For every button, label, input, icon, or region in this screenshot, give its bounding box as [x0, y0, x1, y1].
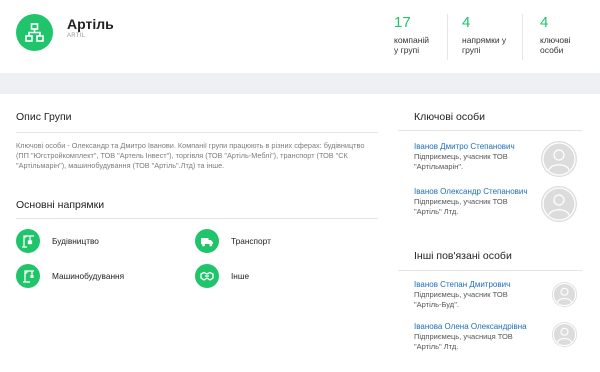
- stat-divider: [447, 14, 448, 60]
- stat-key-persons: 4 ключові особи: [540, 14, 571, 55]
- person-role: Підприємець, учасник ТОВ "Артіль" Лтд.: [414, 197, 508, 216]
- key-person-item: Іванов Дмитро Степанович Підприємець, уч…: [414, 141, 544, 172]
- direction-other[interactable]: Інше: [195, 264, 365, 288]
- stat-directions: 4 напрямки у групі: [462, 14, 506, 55]
- stat-label: ключові особи: [540, 35, 571, 55]
- org-chart-icon: [25, 23, 44, 42]
- handshake-icon: [195, 264, 219, 288]
- stat-divider: [522, 14, 523, 60]
- person-name-link[interactable]: Іванова Олена Олександрівна: [414, 321, 544, 332]
- crane-icon: [16, 229, 40, 253]
- related-person-item: Іванова Олена Олександрівна Підприємець,…: [414, 321, 544, 352]
- stat-companies: 17 компаній у групі: [394, 14, 429, 55]
- directions-title: Основні напрямки: [16, 199, 105, 211]
- main-content: Опис Групи Ключові особи - Олександр та …: [0, 94, 600, 372]
- direction-label: Інше: [231, 271, 250, 281]
- person-name-link[interactable]: Іванов Степан Дмитрович: [414, 279, 544, 290]
- about-text: Ключові особи - Олександр та Дмитро Іван…: [16, 141, 365, 170]
- group-header: Артіль ARTIL 17 компаній у групі 4 напрям…: [0, 0, 600, 73]
- person-role: Підприємець, учасниця ТОВ "Артіль" Лтд.: [414, 332, 513, 351]
- truck-icon: [195, 229, 219, 253]
- avatar[interactable]: [541, 141, 577, 177]
- stat-value: 4: [540, 14, 549, 31]
- group-logo: [16, 14, 53, 51]
- direction-construction[interactable]: Будівництво: [16, 229, 186, 253]
- person-name-link[interactable]: Іванов Олександр Степанович: [414, 186, 544, 197]
- section-divider: [398, 130, 582, 131]
- direction-transport[interactable]: Транспорт: [195, 229, 365, 253]
- stat-value: 4: [462, 14, 471, 31]
- section-divider: [398, 270, 582, 271]
- section-divider: [16, 132, 378, 133]
- machinery-icon: [16, 264, 40, 288]
- person-role: Підприємець, учасник ТОВ "Артільмарін".: [414, 152, 508, 171]
- stat-value: 17: [394, 14, 411, 31]
- page-title: Артіль: [67, 16, 114, 32]
- direction-machinery[interactable]: Машинобудування: [16, 264, 186, 288]
- person-role: Підприємець, учасник ТОВ "Артіль-Буд".: [414, 290, 508, 309]
- related-person-item: Іванов Степан Дмитрович Підприємець, уча…: [414, 279, 544, 310]
- person-name-link[interactable]: Іванов Дмитро Степанович: [414, 141, 544, 152]
- avatar[interactable]: [552, 322, 577, 347]
- avatar[interactable]: [541, 186, 577, 222]
- direction-label: Будівництво: [52, 236, 99, 246]
- direction-label: Транспорт: [231, 236, 271, 246]
- stat-label: компаній у групі: [394, 35, 430, 55]
- about-title: Опис Групи: [16, 111, 72, 123]
- stat-label: напрямки у групі: [462, 35, 507, 55]
- direction-label: Машинобудування: [52, 271, 125, 281]
- key-persons-title: Ключові особи: [414, 111, 485, 123]
- related-persons-title: Інші пов'язані особи: [414, 250, 512, 262]
- avatar[interactable]: [552, 282, 577, 307]
- section-divider: [16, 218, 378, 219]
- page-subtitle: ARTIL: [67, 33, 86, 39]
- key-person-item: Іванов Олександр Степанович Підприємець,…: [414, 186, 544, 217]
